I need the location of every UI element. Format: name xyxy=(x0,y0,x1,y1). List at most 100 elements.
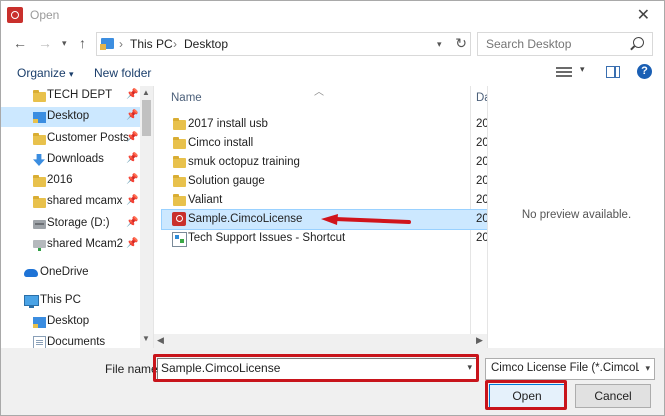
folder-icon xyxy=(173,137,186,149)
window-title: Open xyxy=(30,8,60,22)
search-box[interactable] xyxy=(477,32,653,56)
breadcrumb-separator-icon: › xyxy=(173,37,177,51)
nav-item-desktop-pc[interactable]: Desktop xyxy=(1,312,140,332)
preview-pane-icon[interactable] xyxy=(606,66,620,78)
file-date: 20 xyxy=(476,232,487,244)
file-name-dropdown-icon[interactable]: ▾ xyxy=(467,362,472,373)
nav-item-label: 2016 xyxy=(47,174,73,186)
nav-item-downloads[interactable]: Downloads 📌 xyxy=(1,150,140,170)
organize-label: Organize xyxy=(17,66,66,80)
back-arrow-icon[interactable]: ← xyxy=(13,35,27,51)
cimco-app-icon xyxy=(7,7,23,23)
breadcrumb-separator-icon: › xyxy=(119,37,123,51)
sort-caret-icon: ︿ xyxy=(314,87,324,98)
file-name-label: File name: xyxy=(105,362,162,376)
pc-icon xyxy=(24,295,39,308)
scroll-right-icon[interactable]: ▶ xyxy=(476,335,483,346)
nav-item-tech-dept[interactable]: TECH DEPT 📌 xyxy=(1,86,140,106)
refresh-icon[interactable]: ↻ xyxy=(455,35,467,52)
preview-message: No preview available. xyxy=(521,209,632,221)
breadcrumb-this-pc[interactable]: This PC xyxy=(130,37,173,51)
download-icon xyxy=(33,154,45,166)
documents-icon xyxy=(33,336,46,348)
nav-item-onedrive[interactable]: OneDrive xyxy=(1,263,140,283)
file-name: Cimco install xyxy=(188,137,254,149)
address-dropdown-icon[interactable]: ▾ xyxy=(437,39,442,50)
file-row-cimco-install[interactable]: Cimco install 20 xyxy=(162,134,487,153)
breadcrumb-desktop[interactable]: Desktop xyxy=(184,37,228,51)
file-name: Solution gauge xyxy=(188,175,265,187)
drive-icon xyxy=(33,220,46,229)
nav-item-shared-mcamx9[interactable]: shared mcamx9 📌 xyxy=(1,192,140,212)
nav-item-label: Downloads xyxy=(47,153,104,165)
nav-item-documents[interactable]: Documents xyxy=(1,333,140,348)
file-date: 20 xyxy=(476,156,487,168)
pin-icon: 📌 xyxy=(126,153,139,164)
file-date: 20 xyxy=(476,137,487,149)
nav-item-2016[interactable]: 2016 📌 xyxy=(1,171,140,191)
shortcut-icon xyxy=(172,232,187,247)
network-drive-icon xyxy=(33,240,46,251)
search-input[interactable] xyxy=(484,36,628,52)
nav-item-label: shared Mcam20 xyxy=(47,238,123,250)
file-name: Sample.CimcoLicense xyxy=(188,213,303,225)
file-date: 20 xyxy=(476,118,487,130)
close-icon[interactable]: ✕ xyxy=(637,5,650,25)
folder-icon xyxy=(33,90,46,102)
pin-icon: 📌 xyxy=(126,132,139,143)
folder-icon xyxy=(173,194,186,206)
change-view-icon[interactable] xyxy=(556,67,572,77)
file-type-dropdown-icon: ▾ xyxy=(645,363,650,373)
file-row-tech-support-issues-shortcut[interactable]: Tech Support Issues - Shortcut 20 xyxy=(162,229,487,248)
column-header-date[interactable]: Da xyxy=(476,92,487,104)
address-row: ← → ▾ ↑ › This PC › Desktop ▾ ↻ xyxy=(1,29,664,59)
recent-locations-chevron-icon[interactable]: ▾ xyxy=(62,38,67,49)
file-type-select[interactable]: Cimco License File (*.CimcoLicense) ▾ xyxy=(485,358,655,380)
file-name-input[interactable] xyxy=(161,361,451,375)
nav-item-desktop[interactable]: Desktop 📌 xyxy=(1,107,140,127)
help-icon[interactable]: ? xyxy=(637,64,652,79)
nav-item-customer-posts[interactable]: Customer Posts 📌 xyxy=(1,129,140,149)
red-arrow-annotation-icon xyxy=(321,214,411,225)
file-row-solution-gauge[interactable]: Solution gauge 20 xyxy=(162,172,487,191)
file-row-smuk-octopuz-training[interactable]: smuk octopuz training 20 xyxy=(162,153,487,172)
column-header-name[interactable]: Name xyxy=(171,92,202,104)
scrollbar-thumb[interactable] xyxy=(142,100,151,136)
nav-item-label: Customer Posts xyxy=(47,132,129,144)
nav-item-label: Desktop xyxy=(47,110,90,122)
nav-item-label: Storage (D:) xyxy=(47,217,110,229)
desktop-icon xyxy=(33,317,46,328)
organize-button[interactable]: Organize ▾ xyxy=(17,66,74,80)
file-name: Valiant xyxy=(188,194,223,206)
folder-icon xyxy=(33,196,46,208)
file-row-2017-install-usb[interactable]: 2017 install usb 20 xyxy=(162,115,487,134)
cancel-button[interactable]: Cancel xyxy=(575,384,651,408)
file-name-combobox[interactable]: ▾ xyxy=(157,358,477,380)
folder-icon xyxy=(173,175,186,187)
pin-icon: 📌 xyxy=(126,195,139,206)
nav-item-label: shared mcamx9 xyxy=(47,195,123,207)
open-button[interactable]: Open xyxy=(489,384,565,408)
nav-item-storage-d[interactable]: Storage (D:) 📌 xyxy=(1,214,140,234)
file-row-valiant[interactable]: Valiant 20 xyxy=(162,191,487,210)
up-arrow-icon[interactable]: ↑ xyxy=(79,35,86,51)
scroll-down-icon[interactable]: ▼ xyxy=(142,334,150,343)
new-folder-button[interactable]: New folder xyxy=(94,66,151,80)
view-options-dropdown-icon[interactable]: ▾ xyxy=(580,64,585,75)
onedrive-icon xyxy=(24,269,38,277)
scroll-up-icon[interactable]: ▲ xyxy=(142,88,150,97)
pin-icon: 📌 xyxy=(126,217,139,228)
navigation-scrollbar[interactable]: ▲ ▼ xyxy=(140,86,153,348)
nav-item-shared-mcam20[interactable]: shared Mcam20 📌 xyxy=(1,235,140,255)
scroll-left-icon[interactable]: ◀ xyxy=(157,335,164,346)
nav-item-label: TECH DEPT xyxy=(47,89,113,101)
forward-arrow-icon[interactable]: → xyxy=(38,35,52,51)
file-date: 20 xyxy=(476,194,487,206)
nav-item-this-pc[interactable]: This PC xyxy=(1,291,140,311)
title-bar: Open ✕ xyxy=(1,1,664,29)
cimco-license-file-icon xyxy=(172,212,186,226)
folder-icon xyxy=(33,175,46,187)
file-list-horizontal-scrollbar[interactable]: ◀ ▶ xyxy=(154,334,487,348)
address-bar[interactable]: › This PC › Desktop ▾ ↻ xyxy=(96,32,471,56)
nav-item-label: Desktop xyxy=(47,315,90,327)
